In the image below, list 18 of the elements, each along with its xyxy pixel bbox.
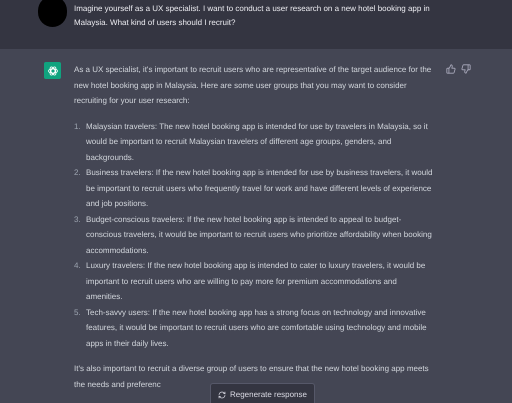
list-number: 4.	[74, 260, 82, 272]
list-number: 3.	[74, 214, 82, 226]
regenerate-button[interactable]: Regenerate response	[210, 383, 315, 403]
thumbs-down-icon[interactable]	[461, 64, 471, 74]
response-intro: As a UX specialist, it's important to recruit users who are representative of the target audience for the new hotel booking app in Malaysia. Here are some user groups that you may want to consider recruiting for your user research:	[74, 64, 432, 107]
refresh-icon	[218, 391, 226, 399]
list-item-text: Tech-savvy users: If the new hotel booking app has a strong focus on technology and innovative features, it would be important to recruit users who are comfortable using technology and mobile apps in their daily lives.	[86, 306, 428, 350]
list-item-text: Business travelers: If the new hotel booking app is intended for use by business travelers, it would be important to recruit users who frequently travel for work and have different levels of experience and job positions.	[86, 167, 434, 210]
user-message: Imagine yourself as a UX specialist. I want to conduct a user research on a new hotel booking app in Malaysia. What kind of users should I recruit?	[74, 3, 431, 29]
list-item-text: Luxury travelers: If the new hotel booking app is intended to cater to luxury travelers, it would be important to recruit users who are willing to pay more for premium accommodations and amenities.	[86, 260, 426, 303]
user-avatar	[38, 0, 67, 27]
thumbs-up-icon[interactable]	[446, 64, 456, 74]
assistant-logo-icon	[44, 62, 61, 79]
list-item-text: Malaysian travelers: The new hotel booking app is intended for use by travelers in Malaysia, so it would be important to recruit Malaysian travelers of different age groups, genders, and backgrounds.	[86, 120, 429, 164]
list-item-text: Budget-conscious travelers: If the new hotel booking app is intended to appeal to budget-conscious travelers, it would be important to recruit users who prioritize affordability when booking accommodations.	[86, 214, 433, 256]
list-number: 1.	[74, 120, 82, 132]
list-number: 2.	[74, 167, 82, 179]
list-number: 5.	[74, 306, 82, 318]
